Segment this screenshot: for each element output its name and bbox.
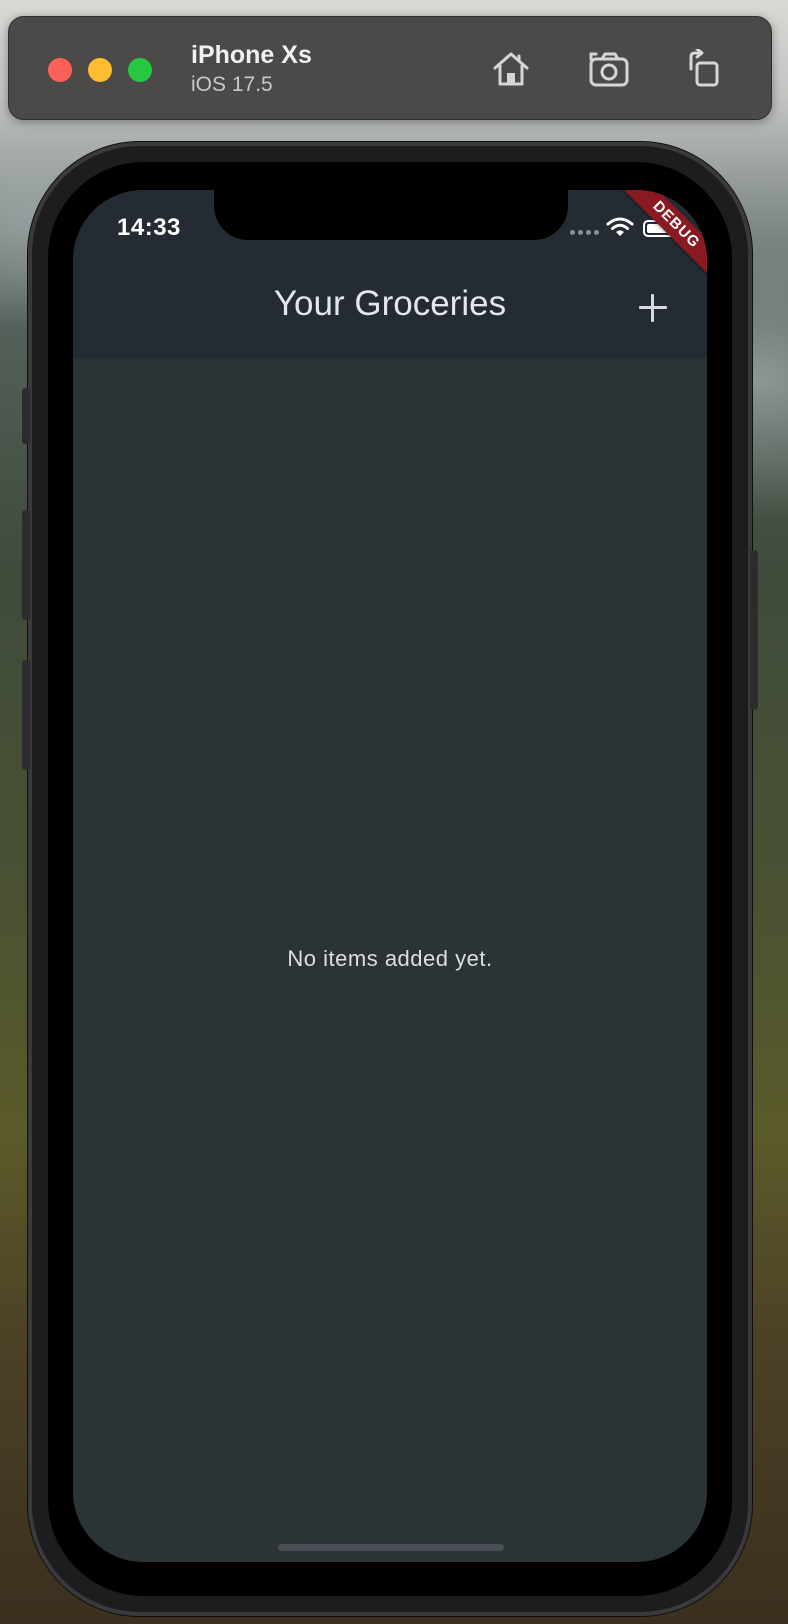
home-button[interactable] [487, 45, 535, 93]
home-indicator[interactable] [278, 1544, 504, 1551]
zoom-window-button[interactable] [128, 58, 152, 82]
rotate-button[interactable] [679, 45, 727, 93]
screenshot-button[interactable] [586, 45, 634, 93]
cellular-signal-icon [570, 230, 599, 235]
device-name: iPhone Xs [191, 41, 312, 69]
simulator-toolbar: iPhone Xs iOS 17.5 [8, 16, 772, 120]
add-item-button[interactable] [639, 294, 667, 322]
empty-state-message: No items added yet. [287, 946, 493, 971]
page-title: Your Groceries [273, 284, 507, 323]
phone-screen: 14:33 Your Groceries DEBUG No items adde… [73, 190, 707, 1562]
os-version: iOS 17.5 [191, 73, 273, 96]
wifi-icon [606, 217, 634, 236]
home-icon [493, 52, 529, 86]
side-button-silent [22, 388, 30, 444]
side-button-power [750, 550, 758, 710]
minimize-window-button[interactable] [88, 58, 112, 82]
side-button-volume-down [22, 660, 30, 770]
rotate-icon [689, 49, 719, 87]
status-time: 14:33 [117, 214, 181, 241]
side-button-volume-up [22, 510, 30, 620]
camera-icon [589, 52, 629, 87]
close-window-button[interactable] [48, 58, 72, 82]
notch [214, 190, 568, 240]
